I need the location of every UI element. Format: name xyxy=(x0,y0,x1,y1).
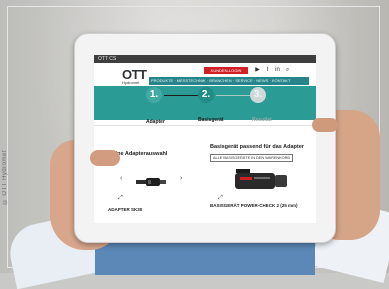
youtube-icon[interactable]: ▶ xyxy=(254,67,261,74)
browser-topbar: OTT CS xyxy=(94,55,316,63)
site-logo-subtext: Hydromet xyxy=(122,80,140,85)
carousel-prev-icon[interactable]: ‹ xyxy=(120,175,122,182)
step-3-circle[interactable]: 3. xyxy=(250,87,266,103)
step-1-circle[interactable]: 1. xyxy=(146,87,162,103)
zoom-icon-right[interactable]: ⤢ xyxy=(218,195,223,202)
right-panel-title: Basisgerät passend für das Adapter xyxy=(210,144,304,150)
linkedin-icon[interactable]: in xyxy=(274,67,281,74)
add-all-to-cart-button[interactable]: ALLE BASISGERÄTE IN DEN WARENKORB xyxy=(210,154,293,162)
step-3-number: 3. xyxy=(253,89,263,100)
right-thumb xyxy=(312,118,338,132)
browser-topbar-text: OTT CS xyxy=(98,56,117,62)
carousel-next-icon[interactable]: › xyxy=(180,175,182,182)
step-1-number: 1. xyxy=(149,89,159,100)
tablet-screen: OTT CS OTT Hydromet KUNDEN-LOGIN ▶ t in … xyxy=(94,55,316,223)
login-button[interactable]: KUNDEN-LOGIN xyxy=(204,67,248,74)
content-divider xyxy=(94,125,316,126)
step-2-label: Basisgerät xyxy=(198,117,224,123)
adapter-product-image[interactable] xyxy=(134,175,170,189)
step-3-label: Resultat xyxy=(252,117,272,123)
adapter-caption: ADAPTER SK30 xyxy=(108,207,143,212)
copyright-text: © OTT Hydromet xyxy=(2,150,8,205)
left-thumb xyxy=(90,150,120,166)
zoom-icon-left[interactable]: ⤢ xyxy=(118,195,123,202)
search-icon[interactable]: ⌕ xyxy=(284,67,291,74)
main-navigation-items[interactable]: PRODUKTE · MESSTECHNIK · BRANCHEN · SERV… xyxy=(151,78,290,83)
main-navigation: PRODUKTE · MESSTECHNIK · BRANCHEN · SERV… xyxy=(149,77,309,85)
base-device-product-image[interactable] xyxy=(234,167,288,193)
base-device-caption: BASISGERÄT POWER-CHECK 2 (25 mm) xyxy=(210,203,298,208)
twitter-icon[interactable]: t xyxy=(264,67,271,74)
step-2-number: 2. xyxy=(201,89,211,100)
step-2-circle[interactable]: 2. xyxy=(198,87,214,103)
